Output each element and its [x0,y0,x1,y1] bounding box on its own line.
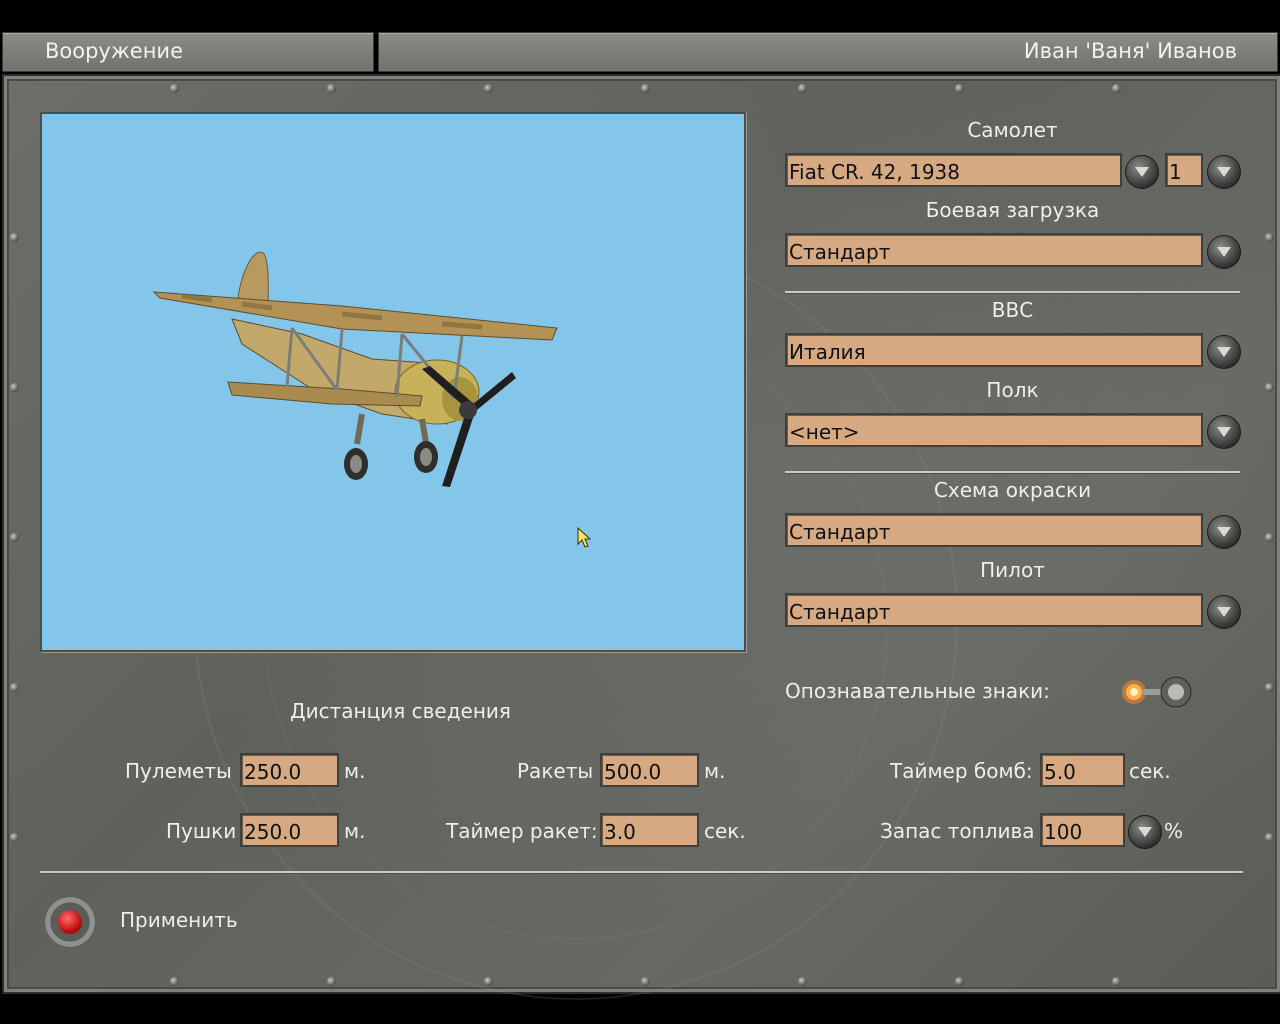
aircraft-preview[interactable] [40,112,746,652]
apply-label[interactable]: Применить [120,908,238,932]
rocket-timer-input[interactable]: 3.0 [600,813,699,847]
rivet [1265,233,1274,242]
chevron-down-icon [1217,527,1231,537]
convergence-title: Дистанция сведения [290,699,511,723]
rivet [10,383,19,392]
airforce-select[interactable]: Италия [785,333,1203,367]
rivet [1265,683,1274,692]
rockets-label: Ракеты [517,759,594,783]
rivet [327,84,336,93]
mouse-cursor-icon [577,527,592,548]
rivet [484,977,493,986]
loadout-select[interactable]: Стандарт [785,233,1203,267]
apply-button[interactable] [45,897,95,947]
loadout-dropdown-button[interactable] [1207,235,1241,269]
cannon-label: Пушки [166,819,237,843]
fuel-unit: % [1164,819,1184,843]
cannon-convergence-input[interactable]: 250.0 [240,813,339,847]
rivet [1265,533,1274,542]
regiment-select[interactable]: <нет> [785,413,1203,447]
pilot-name: Иван 'Ваня' Иванов [1023,39,1237,63]
top-bar: Вооружение Иван 'Ваня' Иванов [0,32,1280,72]
rivet [327,977,336,986]
rivet [1265,383,1274,392]
aircraft-count-field[interactable]: 1 [1165,153,1203,187]
rivet [798,977,807,986]
chevron-down-icon [1217,247,1231,257]
aircraft-dropdown-button[interactable] [1125,155,1159,189]
aircraft-model-icon [152,251,558,487]
aircraft-label: Самолет [967,118,1058,142]
toggle-switch-icon [1122,676,1192,708]
rocket-timer-unit: сек. [704,819,746,843]
rockets-unit: м. [704,759,726,783]
regiment-dropdown-button[interactable] [1207,415,1241,449]
chevron-down-icon [1217,347,1231,357]
rivet [170,977,179,986]
cannon-unit: м. [344,819,366,843]
count-dropdown-button[interactable] [1207,155,1241,189]
pilot-dropdown-button[interactable] [1207,595,1241,629]
fuel-dropdown-button[interactable] [1128,815,1162,849]
rivet [641,977,650,986]
pilot-select[interactable]: Стандарт [785,593,1203,627]
skin-label: Схема окраски [933,478,1092,502]
rivet [955,977,964,986]
markings-label: Опознавательные знаки: [785,679,1050,703]
screen-title: Вооружение [45,39,183,63]
red-light-icon [58,910,82,934]
rivet [10,683,19,692]
rivet [170,84,179,93]
separator [785,291,1240,293]
rockets-convergence-input[interactable]: 500.0 [600,753,699,787]
rivet [1265,833,1274,842]
mg-label: Пулеметы [125,759,232,783]
rivet [484,84,493,93]
rivet [1112,977,1121,986]
fuel-input[interactable]: 100 [1040,813,1125,847]
rivet [1112,84,1121,93]
bomb-timer-input[interactable]: 5.0 [1040,753,1125,787]
rivet [10,533,19,542]
fuel-label: Запас топлива [880,819,1035,843]
chevron-down-icon [1217,167,1231,177]
airforce-label: ВВС [991,298,1034,322]
bomb-timer-label: Таймер бомб: [890,759,1033,783]
airforce-dropdown-button[interactable] [1207,335,1241,369]
mg-unit: м. [344,759,366,783]
chevron-down-icon [1217,607,1231,617]
separator [785,471,1240,473]
chevron-down-icon [1135,167,1149,177]
skin-select[interactable]: Стандарт [785,513,1203,547]
rivet [10,833,19,842]
skin-dropdown-button[interactable] [1207,515,1241,549]
bomb-timer-unit: сек. [1129,759,1171,783]
user-tab: Иван 'Ваня' Иванов [378,32,1278,72]
rivet [955,84,964,93]
markings-toggle[interactable] [1120,675,1194,709]
chevron-down-icon [1138,827,1152,837]
rocket-timer-label: Таймер ракет: [446,819,598,843]
regiment-label: Полк [986,378,1039,402]
chevron-down-icon [1217,427,1231,437]
rivet [641,84,650,93]
pilot-label: Пилот [980,558,1045,582]
title-tab: Вооружение [2,32,374,72]
mg-convergence-input[interactable]: 250.0 [240,753,339,787]
loadout-label: Боевая загрузка [925,198,1100,222]
aircraft-select[interactable]: Fiat CR. 42, 1938 [785,153,1122,187]
footer-separator [40,871,1243,873]
rivet [10,233,19,242]
rivet [798,84,807,93]
